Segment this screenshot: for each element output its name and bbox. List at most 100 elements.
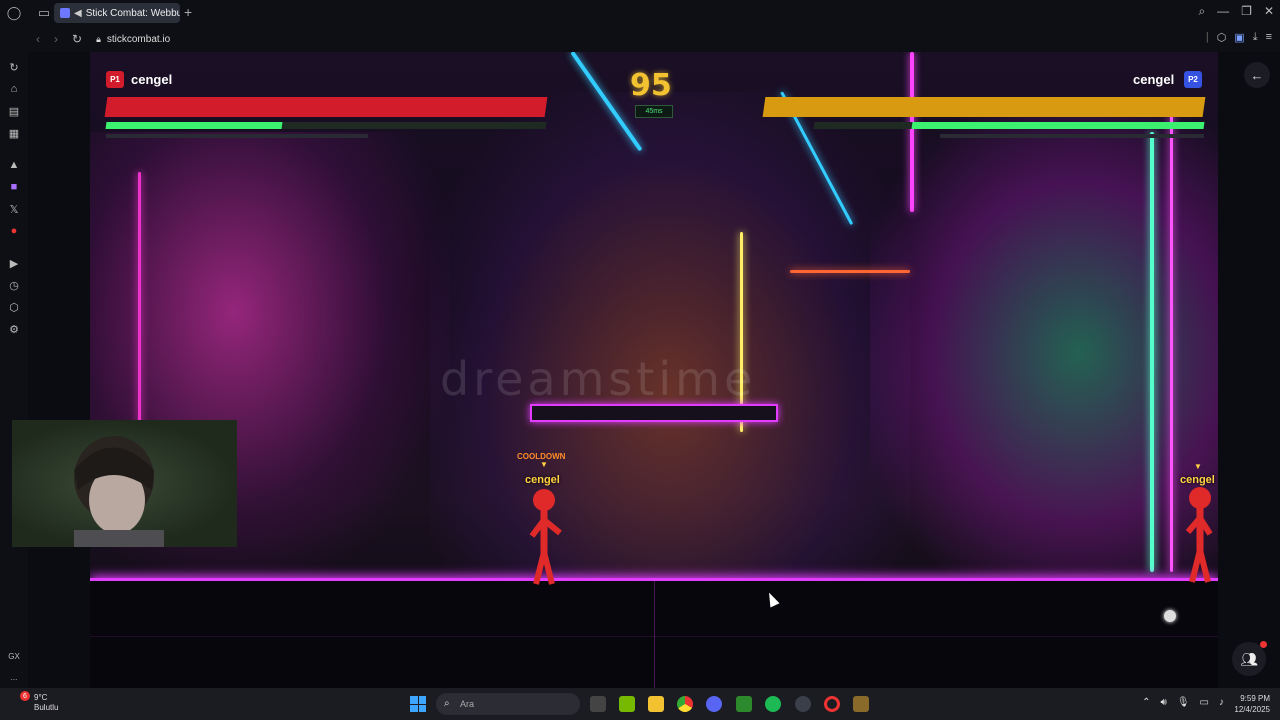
- steam-icon[interactable]: [795, 696, 811, 712]
- nvidia-app-icon[interactable]: [619, 696, 635, 712]
- search-placeholder: Ara: [460, 699, 475, 709]
- round-timer: 95: [630, 68, 672, 103]
- neon-tube: [1170, 112, 1173, 572]
- game-app-icon[interactable]: [736, 696, 752, 712]
- sidebar-youtube-icon[interactable]: ●: [7, 224, 21, 238]
- ping-indicator: 45ms: [635, 105, 673, 118]
- clock-time: 9:59 PM: [1240, 694, 1270, 703]
- spotify-icon[interactable]: [765, 696, 781, 712]
- sidebar-gx-corner-icon[interactable]: ⌂: [7, 82, 21, 96]
- tab-favicon-icon: [60, 8, 70, 18]
- start-button[interactable]: [410, 696, 426, 712]
- sidebar-extensions-icon[interactable]: ⬡: [7, 300, 21, 314]
- url-text: stickcombat.io: [106, 33, 171, 45]
- neon-tube: [910, 52, 914, 212]
- player1-energy-fill: [105, 122, 283, 129]
- vpn-icon[interactable]: ▣: [1234, 31, 1244, 44]
- neon-tube: [790, 270, 910, 273]
- player1-badge: P1: [106, 71, 124, 88]
- search-tabs-icon[interactable]: ⌕: [1198, 4, 1205, 19]
- fighter1-name-label: cengel: [525, 474, 560, 486]
- microphone-icon[interactable]: 🎙︎: [1177, 697, 1190, 708]
- sidebar-speed-dial-icon[interactable]: ↻: [7, 60, 21, 74]
- new-tab-button[interactable]: +: [184, 4, 192, 20]
- discord-icon[interactable]: [706, 696, 722, 712]
- app-icon[interactable]: [853, 696, 869, 712]
- weather-widget[interactable]: 9°C Bulutlu: [34, 693, 58, 713]
- sidebar-gx-label[interactable]: GX: [8, 652, 20, 661]
- watermark-text: dreamstime: [440, 352, 757, 406]
- task-view-icon[interactable]: [590, 696, 606, 712]
- sidebar-settings-icon[interactable]: ⚙: [7, 322, 21, 336]
- tab-title: Stick Combat: Webbu: [85, 7, 180, 19]
- exit-game-button[interactable]: ←: [1244, 62, 1270, 88]
- webcam-overlay: [12, 420, 237, 550]
- taskbar-search[interactable]: ⌕ Ara: [436, 693, 580, 715]
- streamer-silhouette: [74, 436, 164, 550]
- minimize-icon[interactable]: —: [1217, 4, 1229, 19]
- close-window-icon[interactable]: ✕: [1264, 4, 1274, 19]
- fighter-player1: COOLDOWN ▼ cengel: [517, 452, 570, 585]
- tab-islands-icon[interactable]: ▭: [36, 5, 52, 21]
- neon-tube: [1150, 132, 1154, 572]
- reload-icon[interactable]: ↻: [72, 32, 82, 46]
- fighter1-marker-icon: ▼: [540, 460, 548, 469]
- chrome-icon[interactable]: [677, 696, 693, 712]
- player2-energy-track: [813, 122, 1205, 129]
- easy-setup-icon[interactable]: ≡: [1266, 31, 1272, 44]
- file-explorer-icon[interactable]: [648, 696, 664, 712]
- background-neon-center: [430, 92, 910, 592]
- weather-temp: 9°C: [34, 693, 48, 702]
- floor-grid-line: [654, 581, 655, 688]
- arena-floor: [90, 578, 1218, 688]
- opera-gx-icon[interactable]: [824, 696, 840, 712]
- address-bar-tools: | ⬡ ▣ ⤓ ≡: [1206, 31, 1272, 44]
- fighter-player2: ▼ cengel: [1178, 462, 1218, 583]
- download-icon[interactable]: ⤓: [1253, 31, 1258, 44]
- browser-sidebar: ↻ ⌂ ▤ ▦ ▲ ■ 𝕏 ● ▶ ◷ ⬡ ⚙ GX ...: [0, 52, 28, 688]
- network-icon[interactable]: ▭: [1200, 697, 1209, 708]
- sidebar-x-icon[interactable]: 𝕏: [7, 202, 21, 216]
- url-field[interactable]: 🔒︎ stickcombat.io: [96, 34, 170, 45]
- volume-icon[interactable]: ♪: [1219, 697, 1224, 708]
- lock-icon: 🔒︎: [96, 33, 101, 44]
- player2-energy-fill: [911, 122, 1205, 129]
- extensions-icon[interactable]: ⬡: [1217, 31, 1227, 44]
- sidebar-twitch-icon[interactable]: ■: [7, 180, 21, 194]
- player2-name: cengel: [1133, 72, 1175, 87]
- taskbar-clock[interactable]: 9:59 PM 12/4/2025: [1234, 693, 1270, 715]
- fighter2-stickman: [1185, 487, 1213, 583]
- player1-name: cengel: [131, 72, 173, 87]
- sidebar-news-icon[interactable]: ▤: [7, 104, 21, 118]
- player1-special-track: [106, 134, 368, 138]
- toolbar-divider: |: [1205, 31, 1209, 43]
- player1-health-bar: [104, 97, 548, 117]
- tab-speaker-icon[interactable]: ◀: [74, 8, 82, 19]
- floor-grid-line: [90, 636, 1218, 637]
- windows-taskbar: 6 9°C Bulutlu ⌕ Ara ⌃ 🔊︎ 🎙︎ ▭ ♪ 9:59 PM …: [0, 688, 1280, 720]
- browser-tab-stick-combat[interactable]: ◀ Stick Combat: Webbu: [54, 3, 180, 23]
- fighter2-marker-icon: ▼: [1194, 462, 1202, 471]
- speaker-icon[interactable]: 🔊︎: [1161, 697, 1167, 708]
- sidebar-more-icon[interactable]: ...: [11, 673, 18, 682]
- player2-health-bar: [762, 97, 1206, 117]
- back-arrow-icon: ←: [1250, 67, 1264, 83]
- player2-badge: P2: [1184, 71, 1202, 88]
- maximize-icon[interactable]: ❐: [1241, 4, 1252, 19]
- window-controls: ⌕ — ❐ ✕: [1198, 4, 1274, 19]
- sidebar-history-icon[interactable]: ◷: [7, 278, 21, 292]
- clock-date: 12/4/2025: [1234, 705, 1270, 714]
- opera-menu-icon[interactable]: ◯: [6, 5, 22, 21]
- back-icon[interactable]: ‹: [36, 32, 40, 46]
- weather-desc: Bulutlu: [34, 703, 59, 712]
- sidebar-mail-icon[interactable]: ▦: [7, 126, 21, 140]
- weather-notification-badge: 6: [20, 691, 30, 701]
- fighter1-stickman: [529, 489, 562, 585]
- forward-icon[interactable]: ›: [54, 32, 58, 46]
- tray-chevron-icon[interactable]: ⌃: [1142, 697, 1150, 708]
- sidebar-player-icon[interactable]: ▶: [7, 256, 21, 270]
- system-tray: ⌃ 🔊︎ 🎙︎ ▭ ♪: [1142, 697, 1224, 708]
- game-canvas[interactable]: dreamstime P1 cengel 95 45ms cengel P2 C…: [90, 52, 1218, 688]
- friends-notification-dot: [1260, 641, 1267, 648]
- sidebar-aria-icon[interactable]: ▲: [7, 158, 21, 172]
